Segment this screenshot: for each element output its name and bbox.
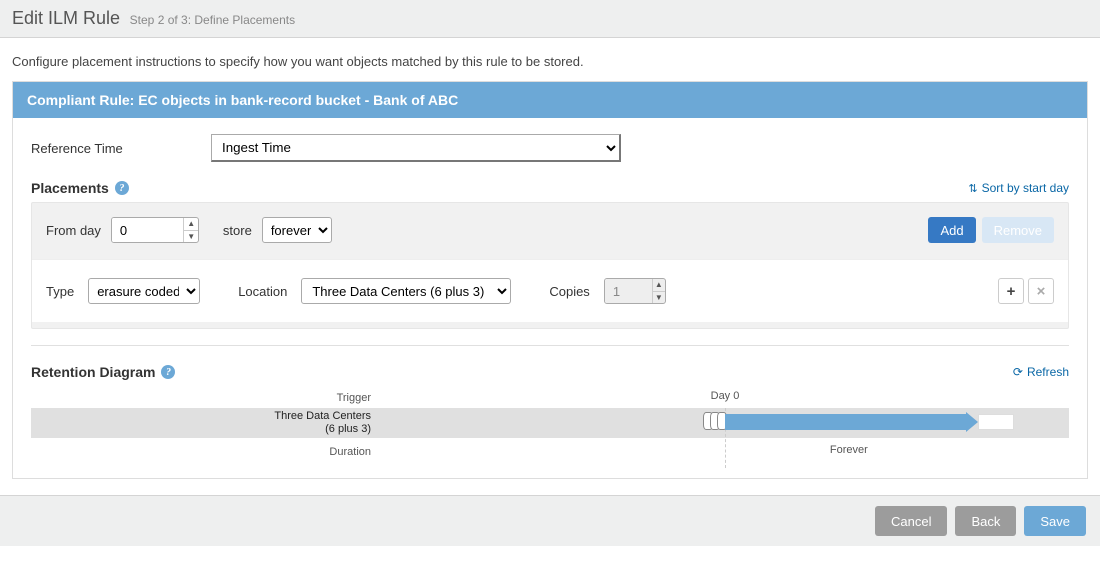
from-day-input[interactable] (112, 218, 184, 242)
trigger-label: Trigger (191, 392, 381, 405)
rule-panel-header: Compliant Rule: EC objects in bank-recor… (13, 82, 1087, 118)
duration-label: Duration (191, 446, 381, 459)
copies-label: Copies (549, 284, 589, 299)
cancel-button[interactable]: Cancel (875, 506, 947, 536)
top-bar: Edit ILM Rule Step 2 of 3: Define Placem… (0, 0, 1100, 38)
diagram-row-label-1: Three Data Centers (191, 410, 371, 423)
placement-bottom-row: Type erasure coded Location Three Data C… (32, 259, 1068, 322)
day0-label: Day 0 (711, 390, 740, 402)
stepper-down-icon: ▼ (653, 292, 665, 304)
retention-section-title: Retention Diagram ? ⟳ Refresh (31, 364, 1069, 380)
refresh-link[interactable]: ⟳ Refresh (1013, 365, 1069, 379)
reference-time-label: Reference Time (31, 141, 211, 156)
back-button[interactable]: Back (955, 506, 1016, 536)
from-day-label: From day (46, 223, 101, 238)
retention-title-text: Retention Diagram (31, 364, 155, 380)
placements-title-text: Placements (31, 180, 109, 196)
step-indicator: Step 2 of 3: Define Placements (130, 13, 295, 27)
refresh-label: Refresh (1027, 365, 1069, 379)
copies-stepper: ▲ ▼ (604, 278, 666, 304)
copies-input (605, 279, 652, 303)
stepper-down-icon[interactable]: ▼ (184, 231, 197, 243)
placement-top-row: From day ▲ ▼ store forever Add Remove (46, 217, 1054, 243)
sort-by-start-day-link[interactable]: ⇅ Sort by start day (968, 181, 1069, 195)
help-icon[interactable]: ? (161, 365, 175, 379)
separator (31, 345, 1069, 346)
placements-section-title: Placements ? ⇅ Sort by start day (31, 180, 1069, 196)
forever-label: Forever (830, 444, 868, 456)
stepper-up-icon: ▲ (653, 279, 665, 292)
type-label: Type (46, 284, 74, 299)
retention-bar-extension (978, 414, 1014, 430)
close-icon: × (1028, 278, 1054, 304)
retention-diagram: Trigger Day 0 Three Data Centers (6 plus… (31, 390, 1069, 462)
help-icon[interactable]: ? (115, 181, 129, 195)
placement-box: From day ▲ ▼ store forever Add Remove (31, 202, 1069, 329)
reference-time-row: Reference Time Ingest Time (31, 134, 1069, 162)
reference-time-select[interactable]: Ingest Time (211, 134, 621, 162)
stepper-up-icon[interactable]: ▲ (184, 218, 197, 231)
retention-bar (725, 414, 966, 430)
page-subtitle: Configure placement instructions to spec… (0, 38, 1100, 81)
diagram-row-label-2: (6 plus 3) (191, 423, 371, 436)
storage-cylinder-icon (703, 412, 727, 430)
type-select[interactable]: erasure coded (88, 278, 200, 304)
plus-icon[interactable]: + (998, 278, 1024, 304)
location-select[interactable]: Three Data Centers (6 plus 3) (301, 278, 511, 304)
refresh-icon: ⟳ (1013, 365, 1023, 379)
location-label: Location (238, 284, 287, 299)
diagram-bar-row: Three Data Centers (6 plus 3) (31, 408, 1069, 438)
from-day-stepper[interactable]: ▲ ▼ (111, 217, 199, 243)
rule-panel: Compliant Rule: EC objects in bank-recor… (12, 81, 1088, 479)
footer-bar: Cancel Back Save (0, 495, 1100, 546)
sort-link-label: Sort by start day (982, 181, 1069, 195)
page-title: Edit ILM Rule (12, 8, 120, 28)
remove-button: Remove (982, 217, 1054, 243)
sort-icon: ⇅ (968, 182, 977, 195)
arrow-right-icon (966, 412, 978, 432)
add-button[interactable]: Add (928, 217, 975, 243)
save-button[interactable]: Save (1024, 506, 1086, 536)
store-label: store (223, 223, 252, 238)
store-select[interactable]: forever (262, 217, 332, 243)
